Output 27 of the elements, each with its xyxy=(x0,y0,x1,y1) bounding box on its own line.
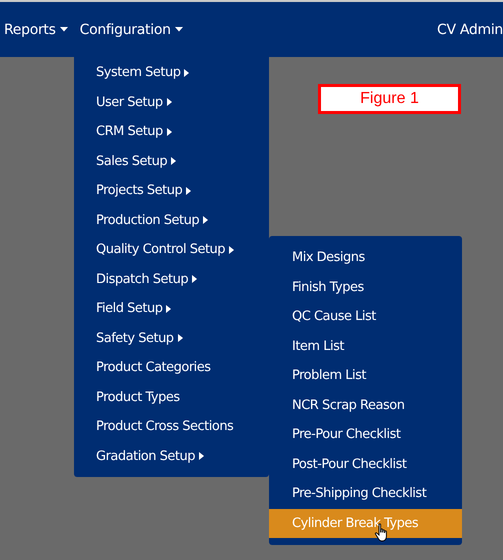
menu-item[interactable]: Safety Setup xyxy=(74,324,269,353)
menu-item[interactable]: Dispatch Setup xyxy=(74,264,269,294)
menu-item[interactable]: Pre-Shipping Checklist xyxy=(269,479,462,508)
figure-label: Figure 1 xyxy=(318,84,461,114)
menu-item[interactable]: Problem List xyxy=(269,361,462,390)
menu-item[interactable]: CRM Setup xyxy=(74,117,269,146)
menu-item[interactable]: Quality Control Setup xyxy=(74,235,269,264)
menu-item[interactable]: Product Cross Sections xyxy=(74,412,269,442)
menu-item[interactable]: Item List xyxy=(269,332,462,361)
menu-item[interactable]: Production Setup xyxy=(74,206,269,235)
menu-item[interactable]: User Setup xyxy=(74,88,269,117)
menu-item[interactable]: Pre-Pour Checklist xyxy=(269,420,462,450)
user-menu-link[interactable]: CV Admin xyxy=(436,22,503,38)
menu-item[interactable]: Mix Designs xyxy=(269,243,462,272)
menu-item[interactable]: System Setup xyxy=(74,58,269,88)
nav-menu-link[interactable]: Configuration xyxy=(80,22,183,38)
menu-item[interactable]: Projects Setup xyxy=(74,176,269,206)
menu-item[interactable]: Product Categories xyxy=(74,353,269,382)
menu-item[interactable]: Sales Setup xyxy=(74,146,269,176)
menu-item[interactable]: NCR Scrap Reason xyxy=(269,390,462,420)
menu-item[interactable]: Product Types xyxy=(74,382,269,412)
menu-item[interactable]: Gradation Setup xyxy=(74,442,269,471)
menu-item[interactable]: Post-Pour Checklist xyxy=(269,450,462,479)
menu-item[interactable]: Field Setup xyxy=(74,294,269,324)
menu-item[interactable]: Finish Types xyxy=(269,272,462,302)
nav-menu-link[interactable]: Reports xyxy=(4,22,68,38)
menu-item[interactable]: QC Cause List xyxy=(269,302,462,332)
